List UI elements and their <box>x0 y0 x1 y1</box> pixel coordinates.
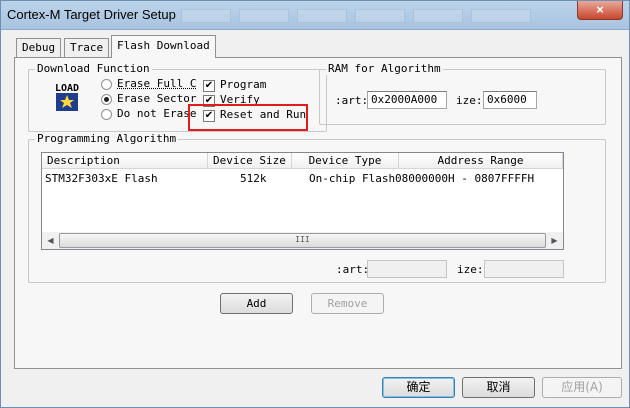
row-device-type: On-chip Flash <box>309 172 396 185</box>
do-not-erase-label: Do not Erase <box>117 107 197 120</box>
program-label: Program <box>220 78 267 91</box>
background-window-ghost <box>181 5 561 25</box>
algorithm-start-label: :art: <box>336 263 370 276</box>
column-header-label: Address Range <box>437 154 524 167</box>
tab-label: Debug <box>22 41 56 54</box>
check-icon: ✔ <box>204 80 214 91</box>
ghost-tab <box>181 9 231 23</box>
column-header-label: Device Size <box>213 154 286 167</box>
button-label: 应用(A) <box>561 380 603 394</box>
tab-trace[interactable]: Trace <box>64 38 110 57</box>
programming-algorithm-group: Programming Algorithm Description Device… <box>28 132 606 283</box>
algorithm-list[interactable]: Description Device Size Device Type Addr… <box>41 152 564 250</box>
column-header-device-size[interactable]: Device Size <box>208 153 292 169</box>
ghost-tab <box>297 9 347 23</box>
erase-sector-radio[interactable] <box>101 94 112 105</box>
ram-start-input[interactable]: 0x2000A000 <box>367 91 447 109</box>
flash-download-panel: Download Function LOAD Erase Full C Eras… <box>14 57 622 369</box>
add-button[interactable]: Add <box>220 293 293 314</box>
algorithm-size-label: ize: <box>457 263 484 276</box>
cancel-button[interactable]: 取消 <box>462 377 535 398</box>
group-label: Programming Algorithm <box>35 132 179 145</box>
load-icon-text: LOAD <box>55 83 79 94</box>
ram-start-value: 0x2000A000 <box>371 93 438 106</box>
button-label: 确定 <box>406 380 431 394</box>
ghost-tab <box>413 9 463 23</box>
row-description: STM32F303xE Flash <box>45 172 158 185</box>
group-label: Download Function <box>35 62 152 75</box>
ram-start-label: :art: <box>335 94 369 107</box>
row-address-range: 08000000H - 0807FFFFH <box>395 172 535 185</box>
algorithm-size-input[interactable] <box>484 260 564 278</box>
button-label: Remove <box>327 297 368 310</box>
erase-sector-label: Erase Sector <box>117 92 197 105</box>
ram-size-label: ize: <box>456 94 483 107</box>
remove-button[interactable]: Remove <box>311 293 384 314</box>
erase-full-chip-radio[interactable] <box>101 79 112 90</box>
apply-button[interactable]: 应用(A) <box>542 377 622 398</box>
button-label: 取消 <box>486 380 511 394</box>
tab-label: Trace <box>70 41 104 54</box>
scroll-thumb[interactable]: III <box>59 233 546 248</box>
do-not-erase-radio[interactable] <box>101 109 112 120</box>
ghost-tab <box>355 9 405 23</box>
horizontal-scrollbar[interactable]: ◀ III ▶ <box>42 232 563 249</box>
scroll-grip-icon: III <box>295 235 310 244</box>
tab-label: Flash Download <box>117 39 210 52</box>
tab-flash-download[interactable]: Flash Download <box>111 35 216 58</box>
column-header-label: Description <box>47 154 120 167</box>
program-checkbox[interactable]: ✔ <box>203 80 215 92</box>
button-label: Add <box>246 297 267 310</box>
highlight-annotation <box>188 104 308 131</box>
algorithm-start-input[interactable] <box>367 260 447 278</box>
load-icon: LOAD <box>50 81 84 113</box>
close-button[interactable]: × <box>577 1 623 20</box>
window-title: Cortex-M Target Driver Setup <box>7 7 176 22</box>
scroll-left-icon[interactable]: ◀ <box>42 232 59 249</box>
dialog-window: Cortex-M Target Driver Setup × Debug Tra… <box>0 0 630 408</box>
column-header-device-type[interactable]: Device Type <box>292 153 399 169</box>
ghost-tab <box>239 9 289 23</box>
ok-button[interactable]: 确定 <box>382 377 455 398</box>
row-device-size: 512k <box>240 172 267 185</box>
group-label: RAM for Algorithm <box>326 62 443 75</box>
ram-size-value: 0x6000 <box>487 93 527 106</box>
scroll-right-icon[interactable]: ▶ <box>546 232 563 249</box>
close-icon: × <box>596 2 604 17</box>
column-header-description[interactable]: Description <box>42 153 208 169</box>
title-bar[interactable]: Cortex-M Target Driver Setup × <box>1 1 629 30</box>
erase-full-chip-label: Erase Full C <box>117 77 197 90</box>
ram-size-input[interactable]: 0x6000 <box>483 91 537 109</box>
column-header-label: Device Type <box>308 154 382 167</box>
ghost-tab <box>471 9 531 23</box>
column-header-address-range[interactable]: Address Range <box>399 153 563 169</box>
tab-debug[interactable]: Debug <box>16 38 62 57</box>
